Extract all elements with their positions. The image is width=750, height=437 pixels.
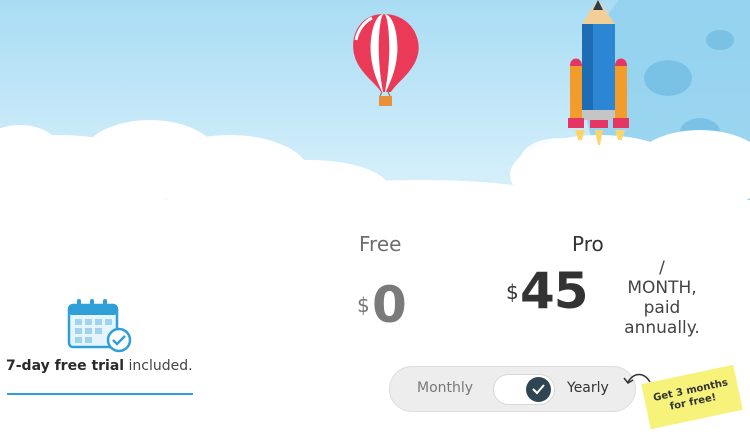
period-line-3: annually. — [624, 318, 700, 338]
trial-info-rest: included. — [124, 358, 193, 374]
period-line-2: paid — [643, 298, 681, 318]
period-line-1: MONTH, — [627, 278, 697, 298]
calendar-check-icon — [66, 297, 132, 360]
trial-underline — [7, 393, 193, 395]
pro-plan-currency: $ — [506, 280, 519, 304]
billing-option-yearly[interactable]: Yearly — [567, 380, 609, 396]
billing-option-monthly[interactable]: Monthly — [417, 380, 473, 396]
period-slash: / — [659, 258, 665, 278]
switch-knob[interactable] — [526, 377, 551, 402]
pro-plan-price: 45 — [520, 262, 589, 320]
hero-illustration — [0, 0, 750, 200]
billing-switch[interactable] — [493, 374, 555, 405]
free-plan-currency: $ — [357, 293, 370, 317]
promo-sticker: Get 3 months for free! — [641, 364, 743, 430]
checkmark-icon — [532, 384, 545, 395]
sky-scene — [0, 0, 750, 200]
trial-info: 7-day free trial included. — [6, 358, 193, 374]
free-plan-name: Free — [359, 232, 402, 256]
free-plan-price: 0 — [372, 276, 407, 334]
pro-plan-period: / MONTH, paid annually. — [612, 258, 712, 338]
trial-info-bold: 7-day free trial — [6, 358, 125, 374]
pro-plan-name: Pro — [572, 232, 604, 256]
billing-toggle: Monthly Yearly — [389, 366, 636, 412]
